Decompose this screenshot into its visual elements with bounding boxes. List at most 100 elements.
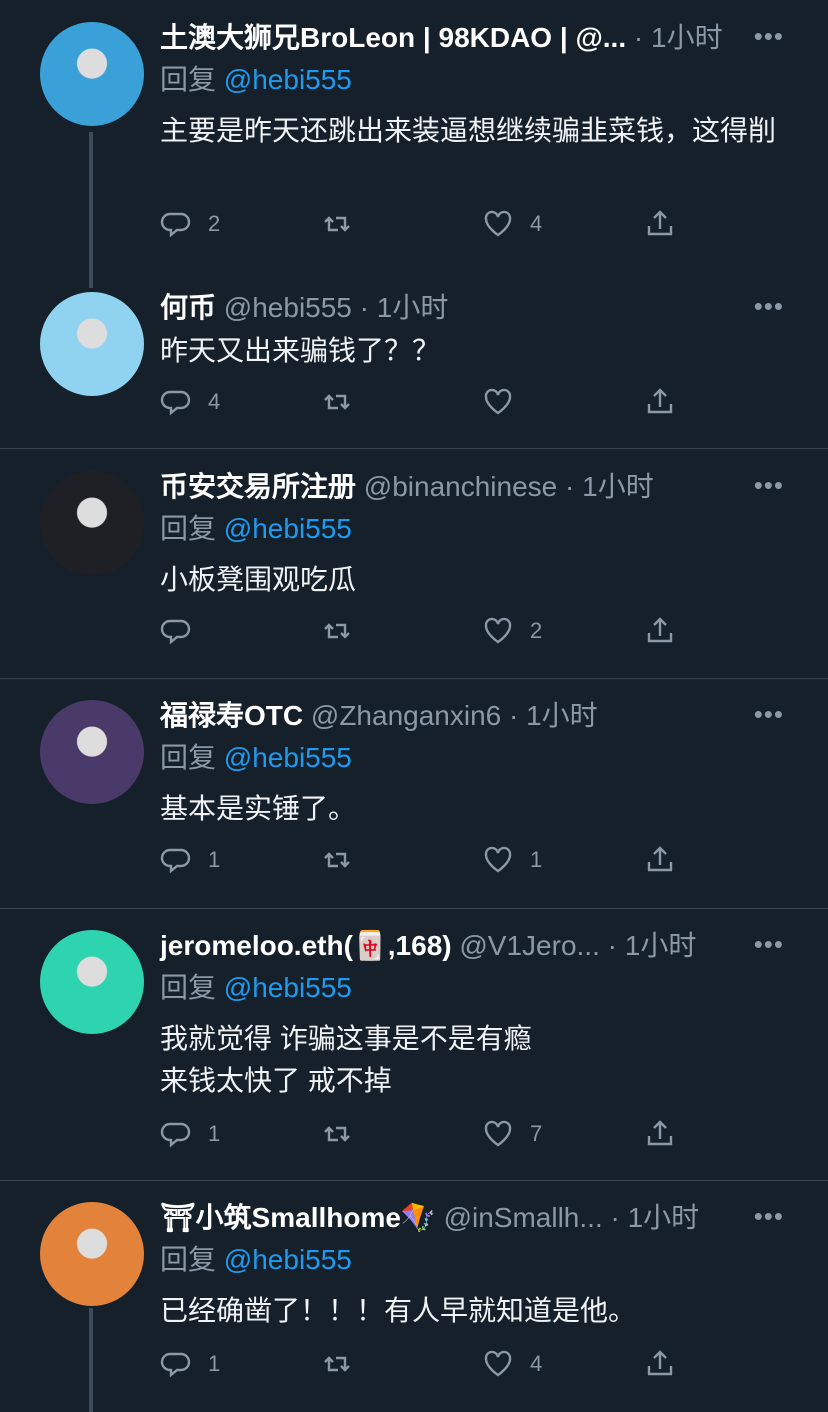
like-count: 1: [530, 847, 543, 872]
tweet-actions: 4: [160, 386, 700, 422]
reply-button[interactable]: 1: [160, 844, 220, 876]
tweet-actions: 1 7: [160, 1118, 700, 1154]
reply-prefix: 回复: [160, 742, 217, 773]
retweet-button[interactable]: [321, 386, 369, 418]
share-icon: [647, 617, 673, 643]
share-icon: [647, 388, 673, 414]
replying-to: 回复 @hebi555: [160, 968, 352, 1008]
divider: [0, 448, 828, 449]
avatar[interactable]: [40, 1202, 144, 1306]
reply-handle-link[interactable]: @hebi555: [224, 742, 352, 773]
replying-to: 回复 @hebi555: [160, 1240, 352, 1280]
tweet-text: 我就觉得 诈骗这事是不是有瘾 来钱太快了 戒不掉: [160, 1023, 532, 1096]
tweet-text: 主要是昨天还跳出来装逼想继续骗韭菜钱，这得削: [160, 115, 777, 146]
reply-icon: [160, 848, 191, 874]
display-name[interactable]: ⛩小筑Smallhome🪁: [160, 1202, 436, 1233]
display-name[interactable]: jeromeloo.eth(🀄,168): [160, 930, 452, 961]
reply-prefix: 回复: [160, 972, 217, 1003]
like-count: 4: [530, 211, 543, 236]
display-name[interactable]: 福禄寿OTC: [160, 700, 303, 731]
retweet-icon: [324, 623, 350, 639]
like-count: 4: [530, 1351, 543, 1376]
heart-icon: [484, 1350, 512, 1377]
timestamp[interactable]: · 1小时: [608, 930, 697, 961]
heart-icon: [484, 388, 512, 415]
like-button[interactable]: 2: [482, 615, 542, 647]
display-name[interactable]: 土澳大狮兄BroLeon | 98KDAO | @...: [160, 22, 626, 53]
like-count: 2: [530, 618, 543, 643]
retweet-button[interactable]: [321, 844, 369, 876]
timestamp[interactable]: · 1小时: [360, 292, 449, 323]
divider: [0, 908, 828, 909]
heart-icon: [484, 846, 512, 873]
timestamp[interactable]: · 1小时: [611, 1202, 700, 1233]
reply-count: 2: [208, 211, 221, 236]
share-button[interactable]: [644, 615, 692, 647]
heart-icon: [484, 617, 512, 644]
more-options-icon[interactable]: •••: [754, 467, 784, 503]
retweet-button[interactable]: [321, 615, 369, 647]
retweet-button[interactable]: [321, 1348, 369, 1380]
display-name[interactable]: 何币: [160, 292, 216, 323]
reply-button[interactable]: 4: [160, 386, 220, 418]
divider: [0, 678, 828, 679]
retweet-icon: [324, 394, 350, 410]
timestamp[interactable]: · 1小时: [509, 700, 598, 731]
more-options-icon[interactable]: •••: [754, 696, 784, 732]
share-icon: [647, 1120, 673, 1146]
handle[interactable]: @hebi555: [224, 292, 352, 323]
like-button[interactable]: 1: [482, 844, 542, 876]
thread-line: [89, 132, 93, 288]
tweet-text: 小板凳围观吃瓜: [160, 564, 357, 595]
reply-handle-link[interactable]: @hebi555: [224, 64, 352, 95]
share-button[interactable]: [644, 386, 692, 418]
reply-handle-link[interactable]: @hebi555: [224, 513, 352, 544]
reply-handle-link[interactable]: @hebi555: [224, 1244, 352, 1275]
handle[interactable]: @V1Jero...: [459, 930, 599, 961]
reply-button[interactable]: 1: [160, 1348, 220, 1380]
share-button[interactable]: [644, 844, 692, 876]
tweet-actions: 2: [160, 615, 700, 651]
avatar[interactable]: [40, 292, 144, 396]
handle[interactable]: @Zhanganxin6: [311, 700, 501, 731]
like-button[interactable]: [482, 386, 530, 418]
more-options-icon[interactable]: •••: [754, 926, 784, 962]
avatar[interactable]: [40, 471, 144, 575]
handle[interactable]: @binanchinese: [364, 471, 557, 502]
like-button[interactable]: 4: [482, 1348, 542, 1380]
retweet-button[interactable]: [321, 1118, 369, 1150]
more-options-icon[interactable]: •••: [754, 1198, 784, 1234]
like-count: 7: [530, 1121, 543, 1146]
more-options-icon[interactable]: •••: [754, 288, 784, 324]
tweet-actions: 2 4: [160, 208, 700, 244]
handle[interactable]: @inSmallh...: [444, 1202, 603, 1233]
replying-to: 回复 @hebi555: [160, 60, 352, 100]
share-button[interactable]: [644, 208, 692, 240]
avatar[interactable]: [40, 22, 144, 126]
reply-handle-link[interactable]: @hebi555: [224, 972, 352, 1003]
display-name[interactable]: 币安交易所注册: [160, 471, 356, 502]
reply-button[interactable]: [160, 615, 208, 647]
tweet-actions: 1 4: [160, 1348, 700, 1384]
reply-icon: [160, 390, 191, 416]
tweet-text: 基本是实锤了。: [160, 793, 357, 824]
share-icon: [647, 210, 673, 236]
retweet-button[interactable]: [321, 208, 369, 240]
replying-to: 回复 @hebi555: [160, 509, 352, 549]
like-button[interactable]: 4: [482, 208, 542, 240]
reply-button[interactable]: 1: [160, 1118, 220, 1150]
retweet-icon: [324, 216, 350, 232]
reply-icon: [160, 619, 191, 645]
share-icon: [647, 846, 673, 872]
timestamp[interactable]: · 1小时: [634, 22, 723, 53]
thread-line: [89, 1308, 93, 1412]
share-button[interactable]: [644, 1118, 692, 1150]
avatar[interactable]: [40, 700, 144, 804]
reply-button[interactable]: 2: [160, 208, 220, 240]
retweet-icon: [324, 852, 350, 868]
like-button[interactable]: 7: [482, 1118, 542, 1150]
more-options-icon[interactable]: •••: [754, 18, 784, 54]
timestamp[interactable]: · 1小时: [565, 471, 654, 502]
share-button[interactable]: [644, 1348, 692, 1380]
avatar[interactable]: [40, 930, 144, 1034]
